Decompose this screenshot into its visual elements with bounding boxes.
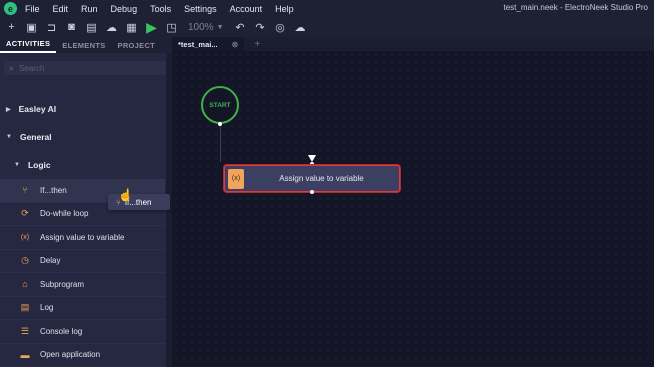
log-icon: ▤ bbox=[20, 302, 30, 313]
chevron-down-icon[interactable]: ▼ bbox=[217, 24, 224, 31]
menu-debug[interactable]: Debug bbox=[111, 4, 138, 14]
activity-label: Delay bbox=[40, 256, 61, 266]
chevron-right-icon: ▶ bbox=[6, 106, 11, 113]
tab-activities[interactable]: ACTIVITIES bbox=[0, 39, 57, 53]
record-icon[interactable]: ◳ bbox=[163, 19, 180, 36]
block-label: Assign value to variable bbox=[279, 174, 364, 183]
connector-dot bbox=[310, 190, 314, 194]
activity-console-log[interactable]: ☰ Console log bbox=[0, 320, 165, 344]
clock-icon: ◷ bbox=[21, 255, 29, 266]
window-title: test_main.neek - ElectroNeek Studio Pro bbox=[503, 3, 648, 12]
search-placeholder: Search bbox=[19, 63, 45, 73]
activity-assign-value[interactable]: (x) Assign value to variable bbox=[0, 226, 165, 250]
tab-project[interactable]: PROJECT bbox=[112, 41, 162, 53]
subgroup-logic[interactable]: ▼ Logic bbox=[0, 151, 165, 179]
branch-icon: ⑂ bbox=[22, 185, 28, 196]
variable-icon: (x) bbox=[20, 233, 30, 241]
close-icon[interactable]: ⊗ bbox=[232, 40, 239, 49]
workflow-canvas[interactable]: START (x) Assign value to variable bbox=[172, 51, 654, 367]
save-icon[interactable]: ▣ bbox=[23, 19, 40, 36]
activity-delay[interactable]: ◷ Delay bbox=[0, 250, 165, 273]
menu-bar: e File Edit Run Debug Tools Settings Acc… bbox=[0, 0, 654, 17]
activity-label: Assign value to variable bbox=[40, 232, 125, 242]
undo-icon[interactable]: ↶ bbox=[232, 19, 249, 36]
activity-open-application[interactable]: ▬ Open application bbox=[0, 344, 165, 367]
activity-label: Open application bbox=[40, 350, 101, 360]
window-icon: ▬ bbox=[20, 349, 30, 360]
assign-value-block[interactable]: (x) Assign value to variable bbox=[224, 165, 400, 192]
menu-help[interactable]: Help bbox=[275, 4, 294, 14]
chevron-down-icon: ▼ bbox=[14, 162, 20, 168]
drop-indicator-icon bbox=[308, 155, 316, 162]
menu-run[interactable]: Run bbox=[81, 4, 98, 14]
search-input[interactable]: ⌕ Search bbox=[4, 61, 168, 75]
tab-elements[interactable]: ELEMENTS bbox=[56, 41, 111, 53]
globe-icon[interactable]: ◎ bbox=[272, 19, 289, 36]
group-label: General bbox=[19, 132, 52, 142]
group-label: Easley AI bbox=[18, 104, 57, 114]
connector-dot bbox=[218, 122, 222, 126]
folder-open-icon[interactable]: ⊐ bbox=[43, 19, 60, 36]
cloud-icon[interactable]: ☁ bbox=[292, 19, 309, 36]
cloud-upload-icon[interactable]: ☁ bbox=[103, 19, 120, 36]
activity-subprogram[interactable]: ⌂ Subprogram bbox=[0, 273, 165, 297]
tab-test-main[interactable]: *test_mai... ⊗ bbox=[172, 37, 245, 51]
save-icon[interactable]: ◙ bbox=[63, 19, 80, 36]
menu-account[interactable]: Account bbox=[230, 4, 263, 14]
ai-icon[interactable]: ▦ bbox=[123, 19, 140, 36]
activities-tree: ▶ Easley AI ▼ General ▼ Logic ⑂ If...the… bbox=[0, 95, 165, 367]
panel-tabs: ACTIVITIES ELEMENTS PROJECT bbox=[0, 37, 172, 53]
tab-label: *test_mai... bbox=[178, 39, 218, 49]
menu-tools[interactable]: Tools bbox=[150, 4, 171, 14]
chevron-down-icon: ▼ bbox=[6, 134, 12, 140]
zoom-select[interactable]: 100% bbox=[188, 22, 214, 33]
group-easley-ai[interactable]: ▶ Easley AI bbox=[0, 95, 165, 123]
activity-label: Do-while loop bbox=[40, 209, 89, 219]
activity-log[interactable]: ▤ Log bbox=[0, 297, 165, 320]
activity-label: Subprogram bbox=[40, 279, 85, 289]
loop-icon: ⟳ bbox=[21, 208, 29, 219]
console-icon: ☰ bbox=[20, 325, 30, 336]
plus-icon[interactable]: + bbox=[3, 19, 20, 36]
menu-settings[interactable]: Settings bbox=[184, 4, 217, 14]
start-node[interactable]: START bbox=[201, 86, 239, 124]
play-icon[interactable]: ▶ bbox=[143, 19, 160, 36]
variable-icon: (x) bbox=[228, 168, 244, 189]
activity-label: Console log bbox=[40, 326, 83, 336]
subprogram-icon: ⌂ bbox=[22, 279, 28, 290]
app-logo-icon: e bbox=[4, 2, 17, 15]
connector-line bbox=[220, 124, 221, 162]
redo-icon[interactable]: ↷ bbox=[252, 19, 269, 36]
toolbar: + ▣ ⊐ ◙ ▤ ☁ ▦ ▶ ◳ 100% ▼ ↶ ↷ ◎ ☁ bbox=[0, 17, 654, 37]
menu-edit[interactable]: Edit bbox=[53, 4, 69, 14]
editor-tabs: *test_mai... ⊗ + bbox=[172, 37, 654, 51]
add-tab-icon[interactable]: + bbox=[254, 39, 260, 50]
save-as-icon[interactable]: ▤ bbox=[83, 19, 100, 36]
activity-label: If...then bbox=[40, 185, 67, 195]
menu-file[interactable]: File bbox=[25, 4, 40, 14]
subgroup-label: Logic bbox=[27, 160, 51, 170]
search-icon: ⌕ bbox=[9, 62, 15, 73]
activity-label: Log bbox=[40, 303, 54, 313]
group-general[interactable]: ▼ General bbox=[0, 123, 165, 151]
hand-cursor-icon: ☝ bbox=[118, 188, 133, 202]
